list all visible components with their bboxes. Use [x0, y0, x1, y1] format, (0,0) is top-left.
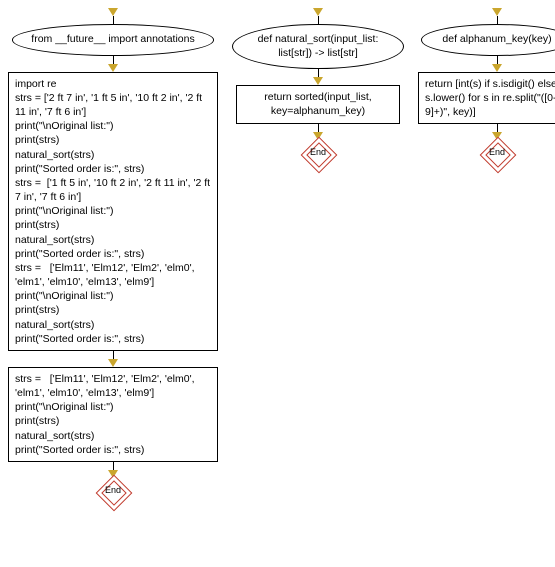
entry-connector [108, 8, 118, 24]
arrow-down-icon [108, 64, 118, 72]
column-alphanum-key: def alphanum_key(key) return [int(s) if … [418, 8, 555, 169]
end-node-natural-sort: End [303, 139, 333, 169]
connector-line [113, 56, 114, 64]
connector [313, 69, 323, 85]
arrow-down-icon [108, 8, 118, 16]
connector-line [113, 16, 114, 24]
process-node-alphanum-key: return [int(s) if s.isdigit() else s.low… [418, 72, 555, 125]
process-node-natural-sort: return sorted(input_list, key=alphanum_k… [236, 85, 400, 123]
connector [492, 56, 502, 72]
column-main: from __future__ import annotations impor… [8, 8, 218, 507]
connector-line [497, 56, 498, 64]
flowchart: from __future__ import annotations impor… [8, 8, 547, 507]
connector-line [497, 16, 498, 24]
process-node-main-2: strs = ['Elm11', 'Elm12', 'Elm2', 'elm0'… [8, 367, 218, 462]
end-label: End [303, 147, 333, 157]
arrow-down-icon [313, 8, 323, 16]
connector-line [113, 351, 114, 359]
end-label: End [482, 147, 512, 157]
arrow-down-icon [108, 359, 118, 367]
process-node-main-1: import re strs = ['2 ft 7 in', '1 ft 5 i… [8, 72, 218, 351]
end-node-alphanum-key: End [482, 139, 512, 169]
arrow-down-icon [313, 77, 323, 85]
start-node-alphanum-key: def alphanum_key(key) [421, 24, 555, 56]
connector [108, 56, 118, 72]
end-label: End [98, 485, 128, 495]
connector-line [497, 124, 498, 132]
start-node-natural-sort: def natural_sort(input_list: list[str]) … [232, 24, 404, 69]
entry-connector [313, 8, 323, 24]
arrow-down-icon [492, 64, 502, 72]
connector-line [113, 462, 114, 470]
connector-line [318, 69, 319, 77]
connector-line [318, 16, 319, 24]
connector-line [318, 124, 319, 132]
connector [108, 351, 118, 367]
start-node-main: from __future__ import annotations [12, 24, 214, 56]
entry-connector [492, 8, 502, 24]
column-natural-sort: def natural_sort(input_list: list[str]) … [232, 8, 404, 169]
end-node-main: End [98, 477, 128, 507]
arrow-down-icon [492, 8, 502, 16]
